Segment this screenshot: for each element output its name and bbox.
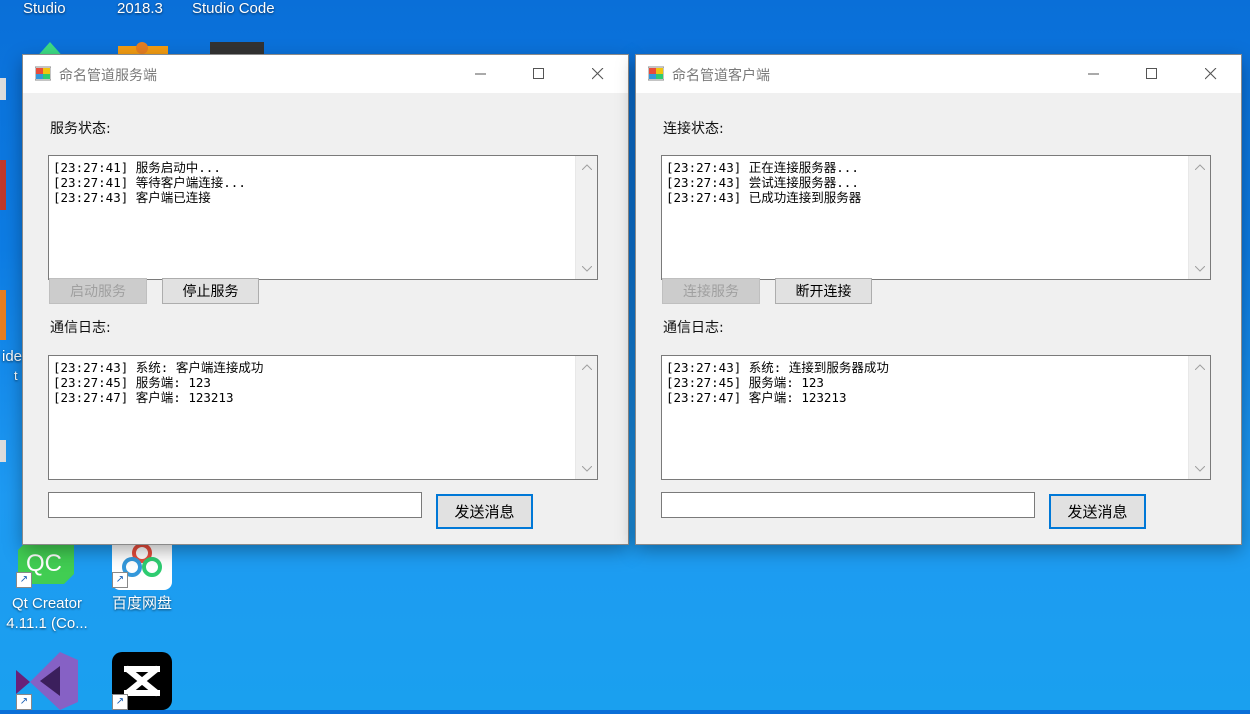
desktop-icon-label[interactable]: Studio Code xyxy=(192,0,275,17)
scroll-up-icon[interactable] xyxy=(1189,356,1210,377)
vertical-scrollbar[interactable] xyxy=(575,156,597,279)
clipped-icon-label[interactable]: ide xyxy=(2,348,22,365)
stop-service-button[interactable]: 停止服务 xyxy=(162,278,259,304)
minimize-icon xyxy=(475,73,486,75)
client-window[interactable]: 命名管道客户端 连接状态: [23:27:43] 正在连接服务器... [23:… xyxy=(636,55,1241,544)
scroll-up-icon[interactable] xyxy=(1189,156,1210,177)
log-lines: [23:27:43] 系统: 连接到服务器成功 [23:27:45] 服务端: … xyxy=(666,360,889,405)
server-window[interactable]: 命名管道服务端 服务状态: [23:27:41] 服务启动中... [23:27… xyxy=(23,55,628,544)
winforms-app-icon xyxy=(647,65,665,81)
communication-log-label: 通信日志: xyxy=(663,320,724,336)
shortcut-arrow-icon: ↗ xyxy=(112,694,128,710)
minimize-icon xyxy=(1088,73,1099,75)
status-listbox[interactable]: [23:27:41] 服务启动中... [23:27:41] 等待客户端连接..… xyxy=(48,155,598,280)
close-button[interactable] xyxy=(569,55,627,93)
scroll-down-icon[interactable] xyxy=(576,258,597,279)
status-lines: [23:27:41] 服务启动中... [23:27:41] 等待客户端连接..… xyxy=(53,160,246,205)
window-title: 命名管道服务端 xyxy=(59,68,157,84)
status-lines: [23:27:43] 正在连接服务器... [23:27:43] 尝试连接服务器… xyxy=(666,160,862,205)
scroll-down-icon[interactable] xyxy=(1189,258,1210,279)
clipped-icon-label: t xyxy=(14,368,18,383)
log-listbox[interactable]: [23:27:43] 系统: 连接到服务器成功 [23:27:45] 服务端: … xyxy=(661,355,1211,480)
shortcut-arrow-icon: ↗ xyxy=(16,572,32,588)
scroll-up-icon[interactable] xyxy=(576,156,597,177)
desktop-icon-label[interactable]: Qt Creator 4.11.1 (Co... xyxy=(0,594,97,634)
send-message-button[interactable]: 发送消息 xyxy=(1049,494,1146,529)
vertical-scrollbar[interactable] xyxy=(575,356,597,479)
minimize-button[interactable] xyxy=(452,55,510,93)
message-input[interactable] xyxy=(661,492,1035,518)
close-button[interactable] xyxy=(1182,55,1240,93)
send-message-button[interactable]: 发送消息 xyxy=(436,494,533,529)
maximize-button[interactable] xyxy=(1123,55,1181,93)
desktop-icon-label[interactable]: 百度网盘 xyxy=(92,594,192,614)
vertical-scrollbar[interactable] xyxy=(1188,356,1210,479)
scroll-up-icon[interactable] xyxy=(576,356,597,377)
title-bar[interactable]: 命名管道服务端 xyxy=(23,55,628,93)
start-service-button[interactable]: 启动服务 xyxy=(49,278,147,304)
shortcut-arrow-icon: ↗ xyxy=(16,694,32,710)
message-input[interactable] xyxy=(48,492,422,518)
close-icon xyxy=(592,68,604,80)
service-status-label: 服务状态: xyxy=(50,121,111,137)
vertical-scrollbar[interactable] xyxy=(1188,156,1210,279)
maximize-icon xyxy=(533,68,544,79)
connection-status-label: 连接状态: xyxy=(663,121,724,137)
scroll-down-icon[interactable] xyxy=(1189,458,1210,479)
winforms-app-icon xyxy=(34,65,52,81)
log-listbox[interactable]: [23:27:43] 系统: 客户端连接成功 [23:27:45] 服务端: 1… xyxy=(48,355,598,480)
desktop-icon-label[interactable]: Studio xyxy=(23,0,66,17)
clipped-icon[interactable] xyxy=(0,78,6,100)
scroll-down-icon[interactable] xyxy=(576,458,597,479)
desktop-icon-label[interactable]: 2018.3 xyxy=(117,0,163,17)
connect-button[interactable]: 连接服务 xyxy=(662,278,760,304)
maximize-button[interactable] xyxy=(510,55,568,93)
clipped-icon[interactable] xyxy=(0,290,6,340)
clipped-icon[interactable] xyxy=(0,160,6,210)
log-lines: [23:27:43] 系统: 客户端连接成功 [23:27:45] 服务端: 1… xyxy=(53,360,264,405)
minimize-button[interactable] xyxy=(1065,55,1123,93)
window-title: 命名管道客户端 xyxy=(672,68,770,84)
shortcut-arrow-icon: ↗ xyxy=(112,572,128,588)
clipped-icon[interactable] xyxy=(0,440,6,462)
disconnect-button[interactable]: 断开连接 xyxy=(775,278,872,304)
status-listbox[interactable]: [23:27:43] 正在连接服务器... [23:27:43] 尝试连接服务器… xyxy=(661,155,1211,280)
maximize-icon xyxy=(1146,68,1157,79)
communication-log-label: 通信日志: xyxy=(50,320,111,336)
title-bar[interactable]: 命名管道客户端 xyxy=(636,55,1241,93)
close-icon xyxy=(1205,68,1217,80)
qt-creator-icon[interactable]: QC xyxy=(18,540,78,600)
